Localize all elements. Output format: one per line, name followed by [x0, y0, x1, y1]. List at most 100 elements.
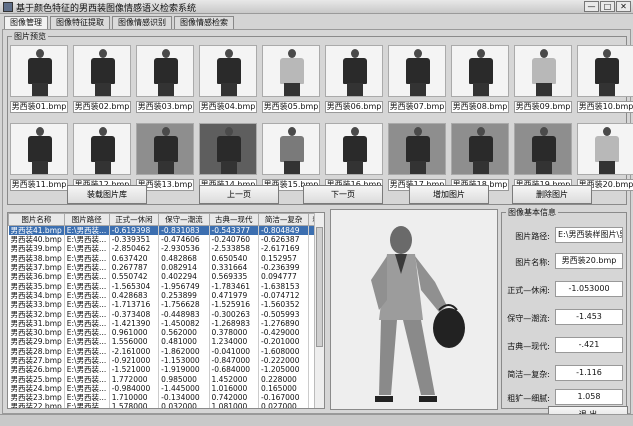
thumbnail-item[interactable]: 男西装10.bmp — [577, 45, 633, 117]
figure-legs — [347, 83, 363, 96]
thumbnail-item[interactable]: 男西装09.bmp — [514, 45, 572, 117]
table-row[interactable]: 男西装40.bmp E:\男西装... -0.339351 -0.474606 -0.2… — [8, 235, 324, 245]
suit-thumbnail-image[interactable] — [325, 45, 383, 97]
prev-page-button[interactable]: 上一页 — [199, 185, 279, 204]
suit-thumbnail-image[interactable] — [262, 45, 320, 97]
table-row[interactable]: 男西装32.bmp E:\男西装... -0.373408 -0.448983 -0.3… — [8, 309, 324, 319]
table-row[interactable]: 男西装37.bmp E:\男西装... 0.267787 0.082914 0.3316… — [8, 262, 324, 273]
delete-image-button[interactable]: 删除图片 — [512, 185, 592, 204]
close-button[interactable]: ✕ — [616, 1, 631, 12]
figure-legs — [599, 161, 615, 174]
window-title: 基于颜色特征的男西装图像情感语义检索系统 — [16, 4, 197, 14]
figure-suit — [91, 136, 115, 162]
figure-legs — [536, 83, 552, 96]
thumbnail-item[interactable]: 男西装08.bmp — [451, 45, 509, 117]
minimize-button[interactable]: — — [584, 1, 599, 12]
figure-head — [162, 49, 170, 58]
column-header[interactable]: 图片路径 — [63, 213, 110, 226]
name-field[interactable]: 男西装20.bmp — [555, 253, 623, 269]
table-row[interactable]: 男西装22.bmp E:\男西装... 1.578000 0.032000 1.0810… — [8, 402, 324, 408]
rough-delicate-field[interactable]: 1.058 — [555, 389, 623, 405]
table-row[interactable]: 男西装27.bmp E:\男西装... -0.921000 -1.153000 -0.8… — [8, 355, 324, 366]
suit-thumbnail-image[interactable] — [388, 123, 446, 175]
thumbnail-caption: 男西装08.bmp — [451, 101, 509, 113]
figure-suit — [343, 136, 367, 162]
thumbnail-item[interactable]: 男西装05.bmp — [262, 45, 320, 117]
scrollbar-thumb[interactable] — [316, 227, 323, 347]
conservative-trendy-field[interactable]: -1.453 — [555, 309, 623, 325]
table-row[interactable]: 男西装35.bmp E:\男西装... -1.565304 -1.956749 -1.7… — [8, 281, 324, 291]
tab-feature-extraction[interactable]: 图像特征提取 — [50, 16, 110, 29]
table-row[interactable]: 男西装33.bmp E:\男西装... -1.713716 -1.756628 -1.5… — [8, 300, 324, 310]
column-header[interactable]: 正式—休闲 — [108, 213, 160, 226]
column-header[interactable]: 保守—潮流 — [158, 213, 210, 226]
table-row[interactable]: 男西装39.bmp E:\男西装... -2.850462 -2.930536 -2.5… — [8, 244, 324, 254]
table-cell: -0.448983 — [158, 309, 210, 319]
table-cell: E:\男西装... — [64, 281, 110, 291]
table-row[interactable]: 男西装41.bmp E:\男西装... -0.619398 -0.831083 -0.5… — [8, 225, 324, 235]
suit-thumbnail-image[interactable] — [10, 45, 68, 97]
table-row[interactable]: 男西装24.bmp E:\男西装... -0.984000 -1.445000 1.01… — [8, 383, 324, 394]
suit-thumbnail-image[interactable] — [199, 45, 257, 97]
column-header[interactable]: 古典—现代 — [208, 213, 259, 226]
suit-thumbnail-image[interactable] — [451, 123, 509, 175]
classic-modern-field[interactable]: -.421 — [555, 337, 623, 353]
load-library-button[interactable]: 装载图片库 — [67, 185, 147, 204]
table-row[interactable]: 男西装34.bmp E:\男西装... 0.428683 0.253899 0.4719… — [8, 290, 324, 301]
suit-thumbnail-image[interactable] — [577, 45, 633, 97]
path-field[interactable]: E:\男西装样图片\男 — [555, 227, 623, 243]
maximize-button[interactable]: □ — [600, 1, 615, 12]
simple-complex-field[interactable]: -1.116 — [555, 365, 623, 381]
table-row[interactable]: 男西装30.bmp E:\男西装... 0.961000 0.562000 0.3780… — [8, 327, 324, 338]
thumbnail-item[interactable]: 男西装04.bmp — [199, 45, 257, 117]
formal-casual-field[interactable]: -1.053000 — [555, 281, 623, 297]
tab-image-management[interactable]: 图像管理 — [4, 16, 48, 29]
table-row[interactable]: 男西装28.bmp E:\男西装... -2.161000 -1.862000 -0.0… — [8, 346, 324, 356]
table-row[interactable]: 男西装25.bmp E:\男西装... 1.772000 0.985000 1.4520… — [8, 374, 324, 384]
table-row[interactable]: 男西装29.bmp E:\男西装... 1.556000 0.481000 1.2340… — [8, 337, 324, 347]
next-page-button[interactable]: 下一页 — [303, 185, 383, 204]
table-row[interactable]: 男西装23.bmp E:\男西装... 1.710000 -0.134000 0.742… — [8, 393, 324, 403]
table-cell: 男西装26.bmp — [8, 365, 65, 375]
add-image-button[interactable]: 增加图片 — [409, 185, 489, 204]
thumbnail-item[interactable]: 男西装06.bmp — [325, 45, 383, 117]
thumbnail-item[interactable]: 男西装07.bmp — [388, 45, 446, 117]
tab-emotion-retrieval[interactable]: 图像情感检索 — [174, 16, 234, 29]
column-header[interactable]: 简洁—复杂 — [257, 213, 310, 226]
suit-thumbnail-image[interactable] — [577, 123, 633, 175]
thumbnail-item[interactable]: 男西装02.bmp — [73, 45, 131, 117]
table-cell: -1.421390 — [109, 318, 160, 328]
suit-thumbnail-image[interactable] — [136, 123, 194, 175]
suit-thumbnail-image[interactable] — [10, 123, 68, 175]
thumbnail-caption: 男西装04.bmp — [199, 101, 257, 113]
table-cell: E:\男西装... — [64, 235, 110, 245]
suit-thumbnail-image[interactable] — [73, 45, 131, 97]
suit-thumbnail-image[interactable] — [262, 123, 320, 175]
table-row[interactable]: 男西装38.bmp E:\男西装... 0.637420 0.482868 0.6505… — [8, 253, 324, 263]
suit-thumbnail-image[interactable] — [514, 45, 572, 97]
simple-complex-label: 简洁—复杂: — [507, 370, 550, 379]
figure-legs — [410, 161, 426, 174]
table-row[interactable]: 男西装36.bmp E:\男西装... 0.550742 0.402294 0.5693… — [8, 272, 324, 282]
table-vertical-scrollbar[interactable] — [314, 213, 324, 408]
table-cell: -2.161000 — [109, 346, 160, 356]
suit-thumbnail-image[interactable] — [514, 123, 572, 175]
suit-thumbnail-image[interactable] — [451, 45, 509, 97]
suit-thumbnail-image[interactable] — [388, 45, 446, 97]
thumbnail-item[interactable]: 男西装03.bmp — [136, 45, 194, 117]
figure-head — [351, 127, 359, 136]
suit-thumbnail-image[interactable] — [136, 45, 194, 97]
table-row[interactable]: 男西装31.bmp E:\男西装... -1.421390 -1.450082 -1.2… — [8, 318, 324, 328]
figure-head — [414, 49, 422, 58]
info-row-rough-delicate: 粗犷—细腻: 1.058 — [505, 389, 625, 407]
thumbnail-item[interactable]: 男西装01.bmp — [10, 45, 68, 117]
column-header[interactable]: 图片名称 — [8, 213, 65, 226]
suit-thumbnail-image[interactable] — [73, 123, 131, 175]
table-row[interactable]: 男西装26.bmp E:\男西装... -1.521000 -1.919000 -0.6… — [8, 365, 324, 375]
table-cell: 0.253899 — [158, 290, 210, 301]
table-cell: 男西装23.bmp — [8, 393, 65, 403]
tab-emotion-recognition[interactable]: 图像情感识别 — [112, 16, 172, 29]
suit-thumbnail-image[interactable] — [199, 123, 257, 175]
table-cell: 0.650540 — [209, 253, 259, 263]
suit-thumbnail-image[interactable] — [325, 123, 383, 175]
